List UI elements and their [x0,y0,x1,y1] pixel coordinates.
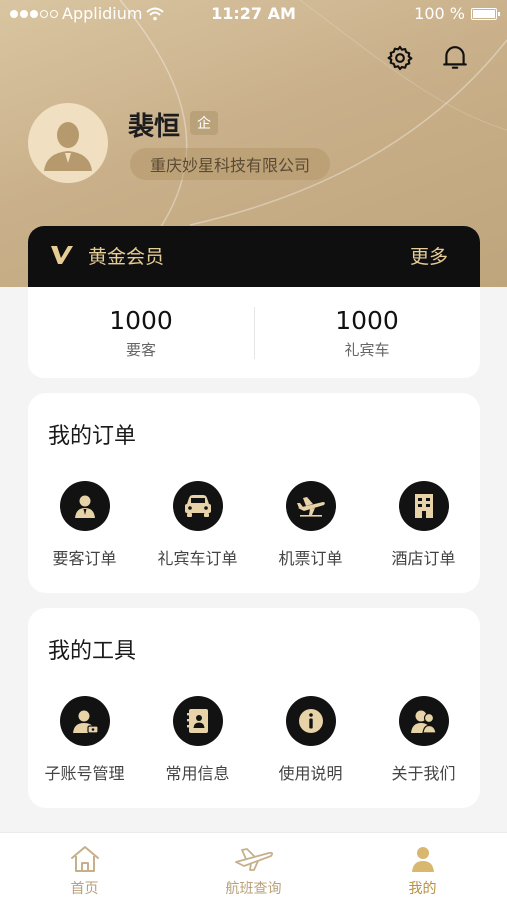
icon-circle [59,696,110,746]
stat-limo[interactable]: 1000 礼宾车 [254,287,480,378]
icon-circle [285,696,336,746]
membership-stats: 1000 要客 1000 礼宾车 [28,287,480,378]
tab-label: 我的 [408,881,437,897]
icon-circle [398,696,449,746]
membership-header: 黄金会员 更多 [28,226,480,287]
tool-item-instructions[interactable]: 使用说明 [254,696,367,784]
order-item-flight[interactable]: 机票订单 [254,481,367,569]
tool-item-common-info[interactable]: 常用信息 [141,696,254,784]
stat-vip[interactable]: 1000 要客 [28,287,254,378]
stat-value: 1000 [335,305,399,335]
grid-label: 要客订单 [52,549,117,568]
grid-label: 常用信息 [165,764,230,783]
tab-flight-search[interactable]: 航班查询 [169,833,338,900]
avatar[interactable] [28,103,108,183]
bell-icon [443,46,467,69]
v-logo-icon [51,246,73,264]
grid-label: 关于我们 [391,764,456,783]
grid-label: 子账号管理 [44,764,125,783]
car-icon [184,495,211,517]
tool-item-about-us[interactable]: 关于我们 [367,696,480,784]
tools-grid: 子账号管理 常用信息 使用说明 关于我们 [28,696,480,784]
status-bar: Applidium 11:27 AM 100 % [0,0,507,28]
tab-home[interactable]: 首页 [0,833,169,900]
battery-status: 100 % [414,4,500,23]
order-item-vip[interactable]: 要客订单 [28,481,141,569]
section-title: 我的工具 [48,639,137,664]
about-users-icon [410,710,437,734]
plane-icon [296,497,325,517]
company-name: 重庆妙星科技有限公司 [130,148,331,180]
tool-item-sub-account[interactable]: 子账号管理 [28,696,141,784]
stat-label: 礼宾车 [344,340,390,359]
icon-circle [285,481,336,531]
battery-icon [471,7,500,20]
settings-button[interactable] [382,40,418,76]
icon-circle [172,481,223,531]
grid-label: 酒店订单 [391,549,456,568]
order-item-car[interactable]: 礼宾车订单 [141,481,254,569]
stat-value: 1000 [109,305,173,335]
home-icon [70,846,99,872]
profile-icon [411,847,434,872]
bottom-tab-bar: 首页 航班查询 我的 [0,832,507,900]
my-orders-panel: 我的订单 要客订单 礼宾车订单 机票订单 酒店订单 [28,393,480,593]
icon-circle [398,481,449,531]
info-icon [298,709,323,733]
orders-grid: 要客订单 礼宾车订单 机票订单 酒店订单 [28,481,480,569]
order-item-hotel[interactable]: 酒店订单 [367,481,480,569]
icon-circle [59,481,110,531]
grid-label: 礼宾车订单 [157,549,238,568]
sub-account-icon [72,710,99,734]
flight-search-icon [234,848,273,871]
grid-label: 机票订单 [278,549,343,568]
notifications-button[interactable] [437,40,473,76]
contact-book-icon [186,709,208,733]
membership-more-link[interactable]: 更多 [410,242,448,269]
my-tools-panel: 我的工具 子账号管理 常用信息 使用说明 关于我们 [28,608,480,808]
user-name: 裴恒 [128,112,181,142]
stat-label: 要客 [125,340,156,359]
membership-title: 黄金会员 [88,246,165,268]
grid-label: 使用说明 [278,764,343,783]
user-avatar-icon [44,122,92,171]
hotel-building-icon [414,494,433,518]
vip-person-icon [74,495,95,518]
section-title: 我的订单 [48,424,137,449]
membership-card: 黄金会员 更多 1000 要客 1000 礼宾车 [28,226,480,378]
enterprise-badge: 企 [190,111,218,135]
gear-icon [387,45,413,71]
icon-circle [172,696,223,746]
battery-percent: 100 % [414,4,465,23]
tab-profile[interactable]: 我的 [338,833,507,900]
tab-label: 航班查询 [225,881,282,897]
tab-label: 首页 [70,881,99,897]
stat-divider [254,307,255,359]
